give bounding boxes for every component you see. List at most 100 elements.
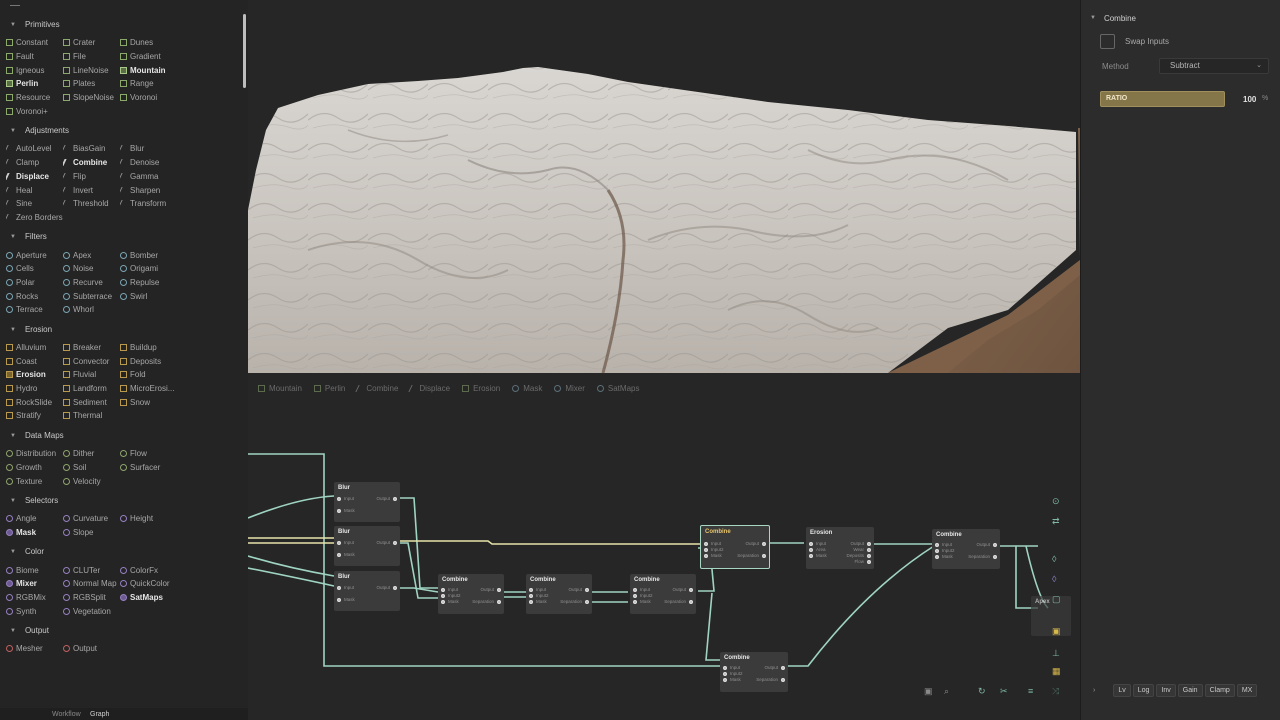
mask-icon[interactable]: ◊ bbox=[1052, 574, 1056, 584]
library-node-item[interactable]: BiasGain bbox=[63, 142, 120, 156]
library-node-item[interactable]: Constant bbox=[6, 36, 63, 50]
library-node-item[interactable]: RGBSplit bbox=[63, 591, 120, 605]
library-node-item[interactable]: Heal bbox=[6, 183, 63, 197]
library-node-item[interactable]: Whorl bbox=[63, 303, 120, 317]
library-node-item[interactable]: Transform bbox=[120, 197, 177, 211]
node-input-port[interactable]: Input2 bbox=[723, 671, 743, 676]
library-node-item[interactable]: Blur bbox=[120, 142, 177, 156]
breadcrumb-node[interactable]: Displace bbox=[408, 384, 450, 393]
library-section-header[interactable]: ▼ Adjustments bbox=[0, 120, 248, 142]
node-input-port[interactable]: Input2 bbox=[633, 593, 653, 598]
tab-graph[interactable]: Graph bbox=[90, 711, 109, 718]
library-node-item[interactable]: Sediment bbox=[63, 395, 120, 409]
modifier-tab-log[interactable]: Log bbox=[1132, 683, 1155, 697]
node-input-port[interactable]: Mask bbox=[809, 553, 827, 558]
library-node-item[interactable]: Mixer bbox=[6, 577, 63, 591]
library-node-item[interactable]: Voronoi+ bbox=[6, 104, 63, 118]
node-input-port[interactable]: Input bbox=[723, 665, 740, 670]
library-node-item[interactable]: LineNoise bbox=[63, 63, 120, 77]
ratio-value[interactable]: 100 bbox=[1243, 95, 1256, 104]
grid-icon[interactable]: ▦ bbox=[1052, 666, 1061, 677]
page-icon[interactable]: ▢ bbox=[1052, 594, 1061, 605]
frame-icon[interactable]: ▣ bbox=[1052, 626, 1061, 637]
tab-workflow[interactable]: Workflow bbox=[52, 711, 81, 718]
target-icon[interactable]: ⊙ bbox=[1052, 496, 1060, 507]
library-node-item[interactable]: Igneous bbox=[6, 63, 63, 77]
breadcrumb-node[interactable]: Mixer bbox=[554, 384, 585, 393]
node-output-port[interactable]: Deposits bbox=[846, 553, 871, 558]
library-node-item[interactable]: Growth bbox=[6, 461, 63, 475]
swap-inputs-checkbox[interactable] bbox=[1100, 34, 1115, 49]
fit-view-icon[interactable]: ▣ bbox=[924, 686, 933, 697]
library-node-item[interactable]: Displace bbox=[6, 170, 63, 184]
node-output-port[interactable]: Output bbox=[764, 665, 785, 670]
library-node-item[interactable]: Dunes bbox=[120, 36, 177, 50]
node-input-port[interactable]: Mask bbox=[529, 599, 547, 604]
node-combine-1[interactable]: Combine Input Input2 Mask Output Separat… bbox=[438, 574, 504, 614]
library-section-header[interactable]: ▼ Selectors bbox=[0, 490, 248, 512]
library-node-item[interactable]: Origami bbox=[120, 262, 177, 276]
node-input-port[interactable]: Input bbox=[337, 540, 354, 545]
library-node-item[interactable]: Noise bbox=[63, 262, 120, 276]
library-node-item[interactable]: MicroErosi... bbox=[120, 382, 177, 396]
hierarchy-icon[interactable]: ⊥ bbox=[1052, 648, 1060, 659]
node-input-port[interactable]: Mask bbox=[441, 599, 459, 604]
breadcrumb-node[interactable]: Erosion bbox=[462, 384, 500, 393]
library-node-item[interactable]: Erosion bbox=[6, 368, 63, 382]
library-node-item[interactable]: Zero Borders bbox=[6, 211, 63, 225]
library-node-item[interactable]: Mountain bbox=[120, 63, 177, 77]
node-combine-2[interactable]: Combine Input Input2 Mask Output Separat… bbox=[526, 574, 592, 614]
node-output-port[interactable]: Flow bbox=[854, 559, 871, 564]
library-node-item[interactable]: Perlin bbox=[6, 77, 63, 91]
properties-header[interactable]: ▼ Combine bbox=[1081, 10, 1280, 26]
node-input-port[interactable]: Input bbox=[337, 585, 354, 590]
library-node-item[interactable]: Clamp bbox=[6, 156, 63, 170]
breadcrumb-node[interactable]: SatMaps bbox=[596, 384, 639, 393]
library-node-item[interactable]: Distribution bbox=[6, 447, 63, 461]
library-node-item[interactable]: Fluvial bbox=[63, 368, 120, 382]
node-output-port[interactable]: Output bbox=[850, 541, 871, 546]
library-section-header[interactable]: ▼ Filters bbox=[0, 226, 248, 248]
library-node-item[interactable]: Gamma bbox=[120, 170, 177, 184]
library-node-item[interactable]: Snow bbox=[120, 395, 177, 409]
library-node-item[interactable]: Bomber bbox=[120, 248, 177, 262]
node-input-port[interactable]: Input2 bbox=[441, 593, 461, 598]
node-output-port[interactable]: Output bbox=[976, 542, 997, 547]
breadcrumb-node[interactable]: Mask bbox=[512, 384, 542, 393]
node-input-port[interactable]: Input bbox=[441, 587, 458, 592]
library-node-item[interactable]: Flow bbox=[120, 447, 177, 461]
node-input-port[interactable]: Mask bbox=[723, 677, 741, 682]
library-node-item[interactable]: Repulse bbox=[120, 276, 177, 290]
library-node-item[interactable]: Velocity bbox=[63, 474, 120, 488]
library-node-item[interactable]: Slope bbox=[63, 526, 120, 540]
library-node-item[interactable]: Sine bbox=[6, 197, 63, 211]
library-section-header[interactable]: ▼ Color bbox=[0, 541, 248, 563]
node-combine-6[interactable]: Combine Input Input2 Mask Output Separat… bbox=[720, 652, 788, 692]
node-input-port[interactable]: Mask bbox=[337, 508, 355, 513]
node-input-port[interactable]: Input bbox=[337, 496, 354, 501]
library-node-item[interactable]: Sharpen bbox=[120, 183, 177, 197]
node-combine-3[interactable]: Combine Input Input2 Mask Output Separat… bbox=[630, 574, 696, 614]
terrain-viewport[interactable] bbox=[248, 10, 1080, 378]
breadcrumb-node[interactable]: Perlin bbox=[313, 384, 345, 393]
node-apex[interactable]: Apex bbox=[1031, 596, 1071, 636]
node-input-port[interactable]: Input2 bbox=[529, 593, 549, 598]
node-input-port[interactable]: Mask bbox=[633, 599, 651, 604]
library-node-item[interactable]: SatMaps bbox=[120, 591, 177, 605]
chevron-right-icon[interactable]: › bbox=[1093, 687, 1095, 694]
library-node-item[interactable]: Breaker bbox=[63, 341, 120, 355]
library-node-item[interactable]: Height bbox=[120, 512, 177, 526]
node-input-port[interactable]: Input bbox=[529, 587, 546, 592]
library-section-header[interactable]: ▼ Erosion bbox=[0, 319, 248, 341]
library-node-item[interactable]: Denoise bbox=[120, 156, 177, 170]
node-blur-1[interactable]: Blur Input Mask Output bbox=[334, 482, 400, 522]
library-node-item[interactable]: Terrace bbox=[6, 303, 63, 317]
node-output-port[interactable]: Output bbox=[672, 587, 693, 592]
modifier-tab-mx[interactable]: MX bbox=[1236, 683, 1258, 697]
library-node-item[interactable]: Threshold bbox=[63, 197, 120, 211]
shuffle-icon[interactable]: ⤨ bbox=[1052, 686, 1059, 697]
cut-icon[interactable]: ✂ bbox=[1000, 686, 1008, 697]
library-node-item[interactable]: Curvature bbox=[63, 512, 120, 526]
library-node-item[interactable]: Apex bbox=[63, 248, 120, 262]
node-input-port[interactable]: Input bbox=[935, 542, 952, 547]
